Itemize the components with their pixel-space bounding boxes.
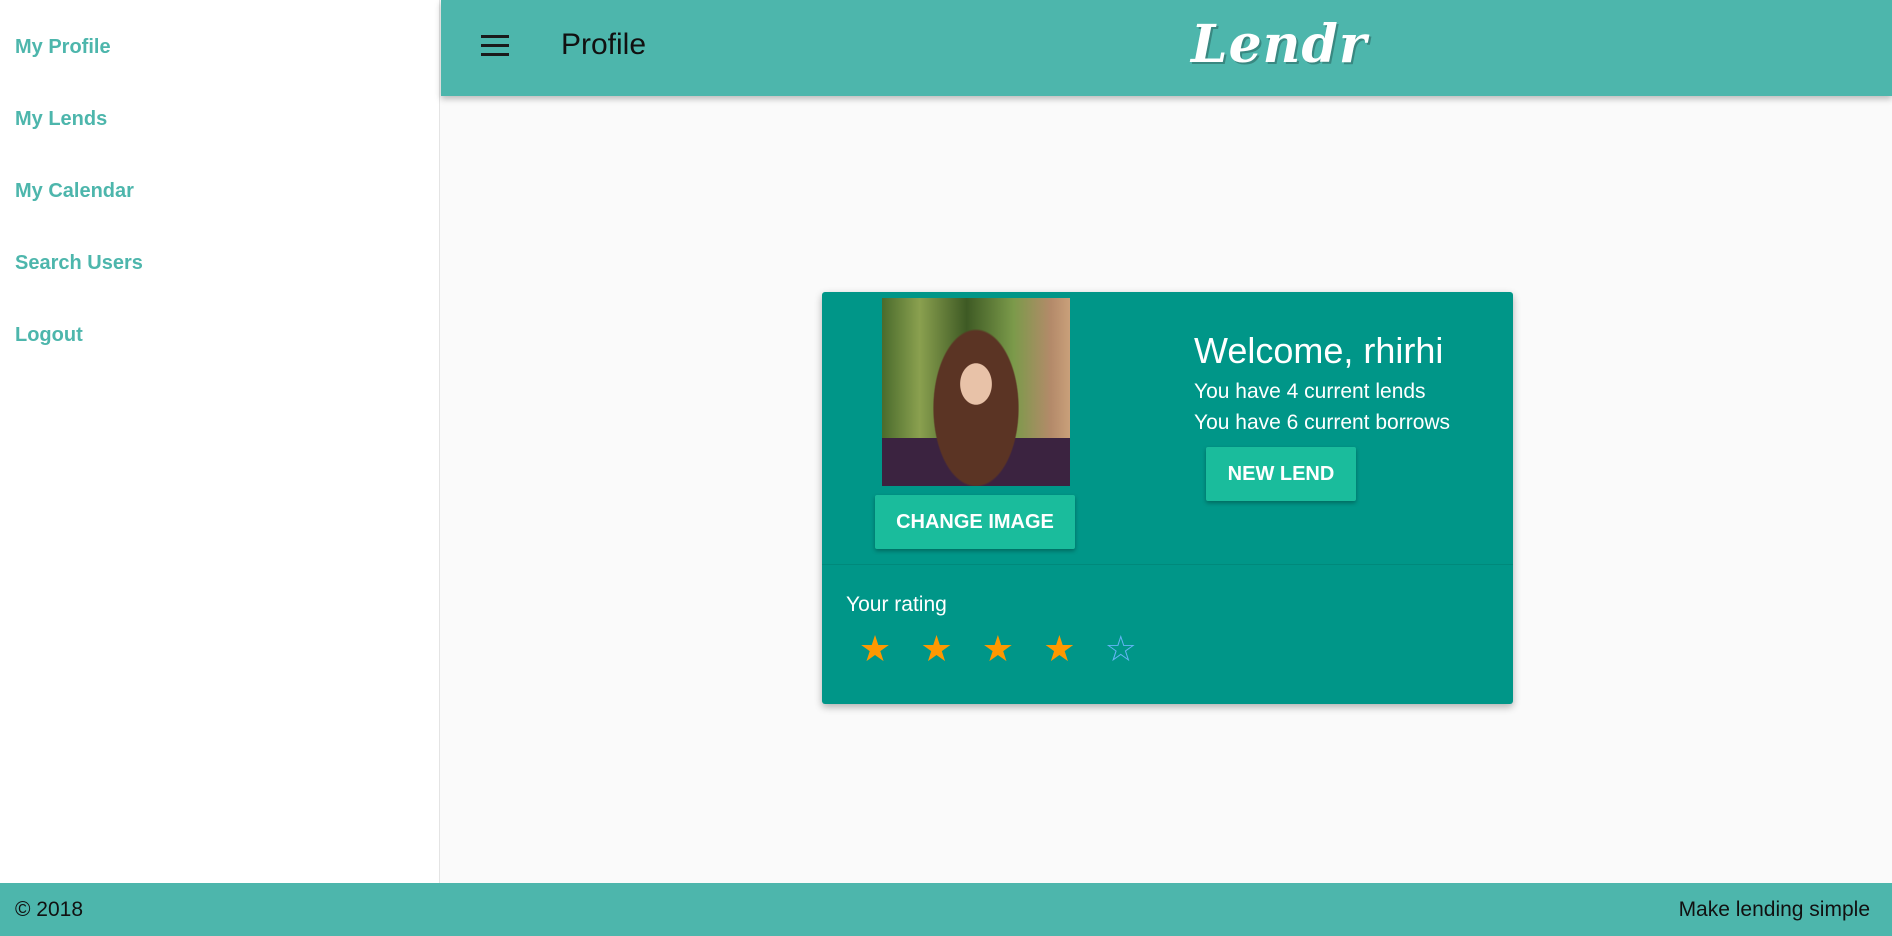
rating-label: Your rating	[846, 593, 947, 616]
tagline-text: Make lending simple	[1678, 898, 1870, 921]
star-icon[interactable]: ★	[1040, 630, 1078, 670]
star-icon[interactable]: ★	[856, 630, 894, 670]
app-header: Profile Lendr	[441, 0, 1892, 96]
sidebar-nav: My Profile My Lends My Calendar Search U…	[0, 0, 440, 883]
sidebar-item-logout[interactable]: Logout	[0, 288, 439, 360]
page-title: Profile	[561, 28, 647, 61]
hamburger-menu-icon[interactable]	[481, 35, 509, 57]
sidebar-item-my-calendar[interactable]: My Calendar	[0, 144, 439, 216]
profile-card: CHANGE IMAGE Welcome, rhirhi You have 4 …	[822, 292, 1513, 704]
app-footer: © 2018 Make lending simple	[0, 883, 1892, 936]
new-lend-button[interactable]: NEW LEND	[1206, 447, 1356, 501]
rating-stars: ★ ★ ★ ★ ☆	[856, 630, 1159, 670]
sidebar-item-my-lends[interactable]: My Lends	[0, 72, 439, 144]
star-outline-icon[interactable]: ☆	[1102, 630, 1140, 670]
current-borrows-text: You have 6 current borrows	[1194, 411, 1451, 434]
star-icon[interactable]: ★	[917, 630, 955, 670]
app-logo: Lendr	[1191, 14, 1368, 75]
current-lends-text: You have 4 current lends	[1194, 380, 1426, 403]
sidebar-item-search-users[interactable]: Search Users	[0, 216, 439, 288]
star-icon[interactable]: ★	[979, 630, 1017, 670]
sidebar-item-my-profile[interactable]: My Profile	[0, 0, 439, 72]
copyright-text: © 2018	[15, 898, 84, 921]
change-image-button[interactable]: CHANGE IMAGE	[875, 495, 1075, 549]
card-divider	[822, 564, 1513, 565]
profile-photo	[882, 298, 1070, 486]
welcome-heading: Welcome, rhirhi	[1194, 330, 1444, 371]
